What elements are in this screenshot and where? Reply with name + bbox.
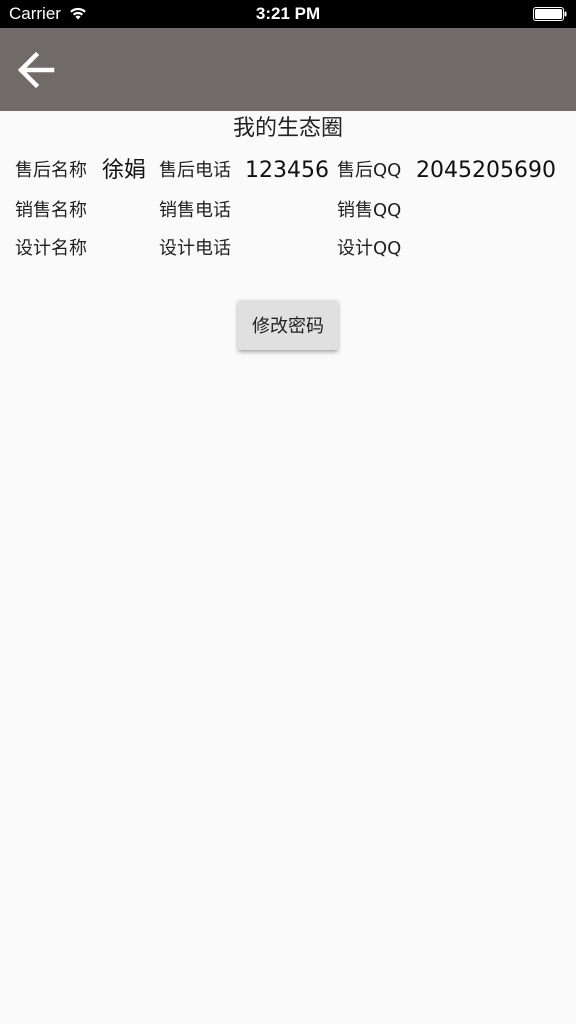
info-row-after-sales: 售后名称 徐娟 售后电话 123456 售后QQ 2045205690: [0, 156, 576, 186]
arrow-left-icon: [17, 51, 55, 89]
sales-qq-label: 销售QQ: [337, 200, 402, 221]
after-sales-phone-label: 售后电话: [159, 160, 231, 181]
design-name-label: 设计名称: [15, 238, 87, 259]
after-sales-name-label: 售后名称: [15, 160, 87, 181]
sales-name-label: 销售名称: [15, 200, 87, 221]
info-row-design: 设计名称 设计电话 设计QQ: [0, 234, 576, 264]
app-bar: [0, 28, 576, 111]
info-row-sales: 销售名称 销售电话 销售QQ: [0, 196, 576, 226]
design-phone-label: 设计电话: [159, 238, 231, 259]
status-bar: Carrier 3:21 PM: [0, 0, 576, 28]
design-qq-label: 设计QQ: [337, 238, 402, 259]
back-button[interactable]: [10, 44, 62, 96]
sales-phone-label: 销售电话: [159, 200, 231, 221]
status-time: 3:21 PM: [255, 4, 321, 23]
after-sales-qq-label: 售后QQ: [337, 160, 402, 181]
after-sales-qq-value: 2045205690: [416, 158, 556, 183]
after-sales-phone-value: 123456: [245, 158, 329, 183]
modify-password-button[interactable]: 修改密码: [238, 300, 338, 350]
battery-icon: [533, 7, 567, 21]
after-sales-name-value: 徐娟: [102, 158, 147, 183]
page-title: 我的生态圈: [232, 116, 343, 141]
